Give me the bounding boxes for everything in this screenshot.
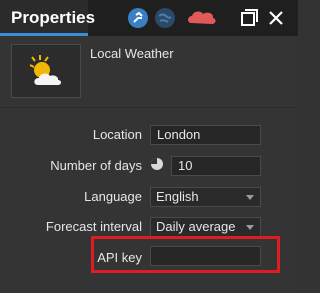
interval-label: Forecast interval <box>45 219 142 234</box>
widget-title: Local Weather <box>90 46 174 61</box>
tab-properties[interactable]: Properties <box>0 0 95 33</box>
days-label: Number of days <box>50 158 142 173</box>
properties-panel: Properties Local Weather Location London… <box>0 0 298 293</box>
close-icon[interactable] <box>265 7 287 29</box>
cloud-icon[interactable] <box>186 7 218 29</box>
location-input[interactable]: London <box>150 125 261 145</box>
share-icon[interactable] <box>127 7 149 29</box>
tab-properties-label: Properties <box>11 8 96 27</box>
chevron-down-icon <box>246 195 254 200</box>
language-select[interactable]: English <box>150 187 261 207</box>
tab-active-indicator <box>0 33 88 36</box>
pie-chart-icon <box>151 158 163 170</box>
interval-select[interactable]: Daily average <box>150 217 261 237</box>
title-bar: Properties <box>0 0 298 36</box>
days-stepper[interactable]: 10 <box>171 156 261 176</box>
interval-select-value: Daily average <box>156 219 236 234</box>
maximize-icon[interactable] <box>237 7 259 29</box>
chevron-down-icon <box>246 225 254 230</box>
language-label: Language <box>84 189 142 204</box>
location-label: Location <box>92 127 142 142</box>
language-select-value: English <box>156 189 199 204</box>
api-key-highlight-box <box>91 236 280 273</box>
widget-thumbnail <box>11 44 81 98</box>
header-divider <box>0 107 298 108</box>
partly-sunny-icon <box>29 55 61 85</box>
globe-icon[interactable] <box>154 7 176 29</box>
